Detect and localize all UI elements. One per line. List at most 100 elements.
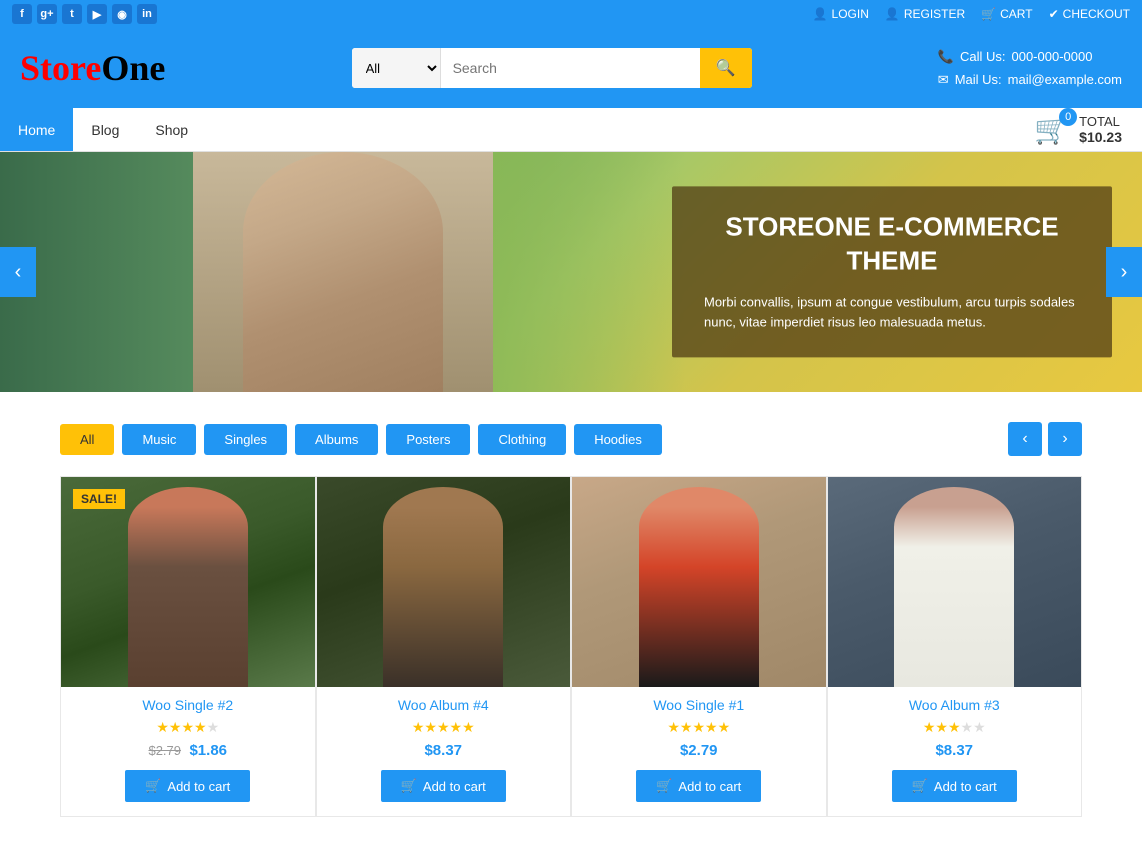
search-button[interactable]: 🔍: [700, 48, 752, 88]
product-name-3[interactable]: Woo Single #1: [572, 697, 826, 713]
filter-tab-clothing[interactable]: Clothing: [478, 424, 566, 455]
add-to-cart-2[interactable]: 🛒 Add to cart: [381, 770, 506, 802]
search-input[interactable]: [441, 48, 700, 88]
search-category[interactable]: All Music Singles Albums Posters Clothin…: [352, 48, 441, 88]
cart-add-icon-3: 🛒: [656, 778, 672, 794]
product-person-1: [128, 487, 248, 687]
product-person-2: [383, 487, 503, 687]
social-youtube[interactable]: ▶: [87, 4, 107, 24]
product-stars-2: ★★★★★: [317, 719, 571, 736]
hero-image: [0, 152, 685, 392]
cart-top-icon: 🛒: [981, 7, 996, 21]
product-price-regular-4: $8.37: [935, 742, 973, 759]
phone-label: Call Us:: [960, 45, 1006, 68]
phone-number: 000-000-0000: [1011, 45, 1092, 68]
product-price-3: $2.79: [572, 742, 826, 760]
product-stars-1: ★★★★★: [61, 719, 315, 736]
top-right-links: 👤 LOGIN 👤 REGISTER 🛒 CART ✔ CHECKOUT: [813, 7, 1130, 21]
product-price-new-1: $1.86: [189, 742, 227, 759]
header: Store One All Music Singles Albums Poste…: [0, 28, 1142, 108]
register-link[interactable]: 👤 REGISTER: [885, 7, 965, 21]
social-facebook[interactable]: f: [12, 4, 32, 24]
email-icon: ✉: [938, 68, 949, 91]
product-price-1: $2.79 $1.86: [61, 742, 315, 760]
social-linkedin[interactable]: in: [137, 4, 157, 24]
product-image-3: [572, 477, 826, 687]
checkout-link[interactable]: ✔ CHECKOUT: [1049, 7, 1130, 21]
email-address: mail@example.com: [1008, 68, 1122, 91]
product-card-1: SALE! Woo Single #2 ★★★★★ $2.79 $1.86 🛒 …: [60, 476, 316, 817]
cart-add-icon-2: 🛒: [401, 778, 417, 794]
hero-person-image: [193, 152, 493, 392]
filter-nav: ‹ ›: [1008, 422, 1082, 456]
product-price-old-1: $2.79: [148, 743, 181, 758]
cart-link[interactable]: 🛒 CART: [981, 7, 1032, 21]
cart-total-label: TOTAL: [1079, 114, 1122, 129]
product-person-4: [894, 487, 1014, 687]
add-to-cart-4[interactable]: 🛒 Add to cart: [892, 770, 1017, 802]
phone-icon: 📞: [938, 45, 954, 68]
filter-tab-all[interactable]: All: [60, 424, 114, 455]
product-image-1: SALE!: [61, 477, 315, 687]
product-image-2: [317, 477, 571, 687]
nav-home[interactable]: Home: [0, 108, 73, 151]
nav-links: Home Blog Shop: [0, 108, 206, 151]
social-google[interactable]: g+: [37, 4, 57, 24]
filter-section: All Music Singles Albums Posters Clothin…: [0, 392, 1142, 476]
product-name-2[interactable]: Woo Album #4: [317, 697, 571, 713]
cart-top-label: CART: [1000, 7, 1032, 21]
product-card-2: Woo Album #4 ★★★★★ $8.37 🛒 Add to cart: [316, 476, 572, 817]
login-label: LOGIN: [832, 7, 869, 21]
add-to-cart-1[interactable]: 🛒 Add to cart: [125, 770, 250, 802]
register-label: REGISTER: [904, 7, 965, 21]
add-to-cart-label-3: Add to cart: [678, 779, 741, 794]
filter-tab-albums[interactable]: Albums: [295, 424, 378, 455]
logo-one: One: [101, 47, 165, 89]
nav-blog[interactable]: Blog: [73, 108, 137, 151]
checkout-icon: ✔: [1049, 7, 1059, 21]
login-link[interactable]: 👤 LOGIN: [813, 7, 869, 21]
filter-prev-button[interactable]: ‹: [1008, 422, 1042, 456]
add-to-cart-label-1: Add to cart: [167, 779, 230, 794]
product-image-4: [828, 477, 1082, 687]
hero-banner: STOREONE E-COMMERCE THEME Morbi convalli…: [0, 152, 1142, 392]
product-name-4[interactable]: Woo Album #3: [828, 697, 1082, 713]
nav-shop[interactable]: Shop: [137, 108, 206, 151]
nav-bar: Home Blog Shop 🛒 0 TOTAL $10.23: [0, 108, 1142, 152]
register-icon: 👤: [885, 7, 900, 21]
cart-widget[interactable]: 🛒 0 TOTAL $10.23: [1034, 113, 1142, 146]
filter-tab-music[interactable]: Music: [122, 424, 196, 455]
cart-add-icon-1: 🛒: [145, 778, 161, 794]
add-to-cart-3[interactable]: 🛒 Add to cart: [636, 770, 761, 802]
email-label: Mail Us:: [955, 68, 1002, 91]
social-twitter[interactable]: t: [62, 4, 82, 24]
product-price-4: $8.37: [828, 742, 1082, 760]
filter-next-button[interactable]: ›: [1048, 422, 1082, 456]
add-to-cart-label-2: Add to cart: [423, 779, 486, 794]
hero-title: STOREONE E-COMMERCE THEME: [704, 210, 1080, 278]
contact-info: 📞 Call Us: 000-000-0000 ✉ Mail Us: mail@…: [938, 45, 1122, 92]
login-icon: 👤: [813, 7, 828, 21]
product-price-2: $8.37: [317, 742, 571, 760]
checkout-label: CHECKOUT: [1063, 7, 1130, 21]
product-stars-4: ★★★★★: [828, 719, 1082, 736]
filter-tab-hoodies[interactable]: Hoodies: [574, 424, 662, 455]
cart-total: TOTAL $10.23: [1079, 114, 1122, 145]
hero-text-overlay: STOREONE E-COMMERCE THEME Morbi convalli…: [672, 186, 1112, 357]
hero-prev-button[interactable]: ‹: [0, 247, 36, 297]
product-price-regular-2: $8.37: [424, 742, 462, 759]
filter-tab-posters[interactable]: Posters: [386, 424, 470, 455]
add-to-cart-label-4: Add to cart: [934, 779, 997, 794]
hero-description: Morbi convallis, ipsum at congue vestibu…: [704, 292, 1080, 334]
product-card-4: Woo Album #3 ★★★★★ $8.37 🛒 Add to cart: [827, 476, 1083, 817]
cart-count: 0: [1059, 108, 1077, 126]
logo[interactable]: Store One: [20, 47, 165, 89]
product-price-regular-3: $2.79: [680, 742, 718, 759]
filter-tab-singles[interactable]: Singles: [204, 424, 287, 455]
social-instagram[interactable]: ◉: [112, 4, 132, 24]
search-bar: All Music Singles Albums Posters Clothin…: [352, 48, 752, 88]
product-name-1[interactable]: Woo Single #2: [61, 697, 315, 713]
logo-store: Store: [20, 47, 101, 89]
hero-next-button[interactable]: ›: [1106, 247, 1142, 297]
cart-total-amount: $10.23: [1079, 129, 1122, 145]
